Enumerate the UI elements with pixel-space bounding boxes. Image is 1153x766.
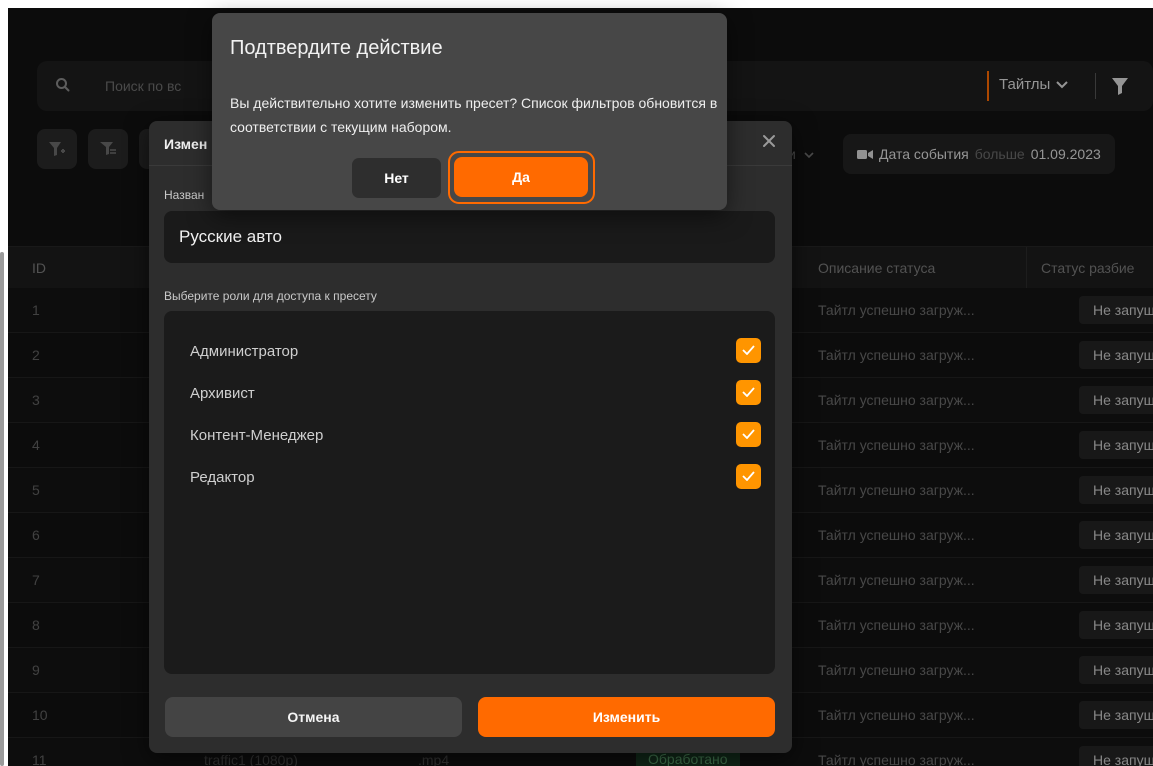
- confirm-dialog: Подтвердите действие Вы действительно хо…: [212, 13, 727, 210]
- role-checkbox[interactable]: [736, 380, 761, 405]
- role-item-archivist[interactable]: Архивист: [190, 379, 762, 409]
- role-checkbox[interactable]: [736, 338, 761, 363]
- role-label: Администратор: [190, 343, 299, 360]
- apply-button[interactable]: Изменить: [478, 697, 775, 737]
- role-item-admin[interactable]: Администратор: [190, 337, 762, 367]
- role-checkbox[interactable]: [736, 464, 761, 489]
- confirm-dialog-title: Подтвердите действие: [230, 37, 443, 59]
- close-icon[interactable]: [761, 133, 777, 149]
- cancel-button[interactable]: Отмена: [165, 697, 462, 737]
- preset-name-label: Назван: [164, 188, 205, 202]
- checkmark-icon: [742, 345, 755, 355]
- checkmark-icon: [742, 387, 755, 397]
- role-label: Редактор: [190, 469, 255, 486]
- roles-label: Выберите роли для доступа к пресету: [164, 289, 377, 303]
- scrollbar[interactable]: [0, 252, 4, 766]
- roles-list: Администратор Архивист Контент-Менеджер …: [164, 311, 775, 674]
- yes-button[interactable]: Да: [454, 157, 588, 197]
- modal-title: Измен: [164, 136, 208, 152]
- role-label: Архивист: [190, 385, 255, 402]
- role-label: Контент-Менеджер: [190, 427, 324, 444]
- no-button[interactable]: Нет: [352, 158, 441, 198]
- confirm-dialog-message: Вы действительно хотите изменить пресет?…: [230, 95, 718, 135]
- checkmark-icon: [742, 429, 755, 439]
- edit-preset-modal: Измен Назван Выберите роли для доступа к…: [149, 121, 792, 753]
- role-item-editor[interactable]: Редактор: [190, 463, 762, 493]
- checkmark-icon: [742, 471, 755, 481]
- role-item-content-manager[interactable]: Контент-Менеджер: [190, 421, 762, 451]
- preset-name-input[interactable]: [164, 211, 775, 263]
- role-checkbox[interactable]: [736, 422, 761, 447]
